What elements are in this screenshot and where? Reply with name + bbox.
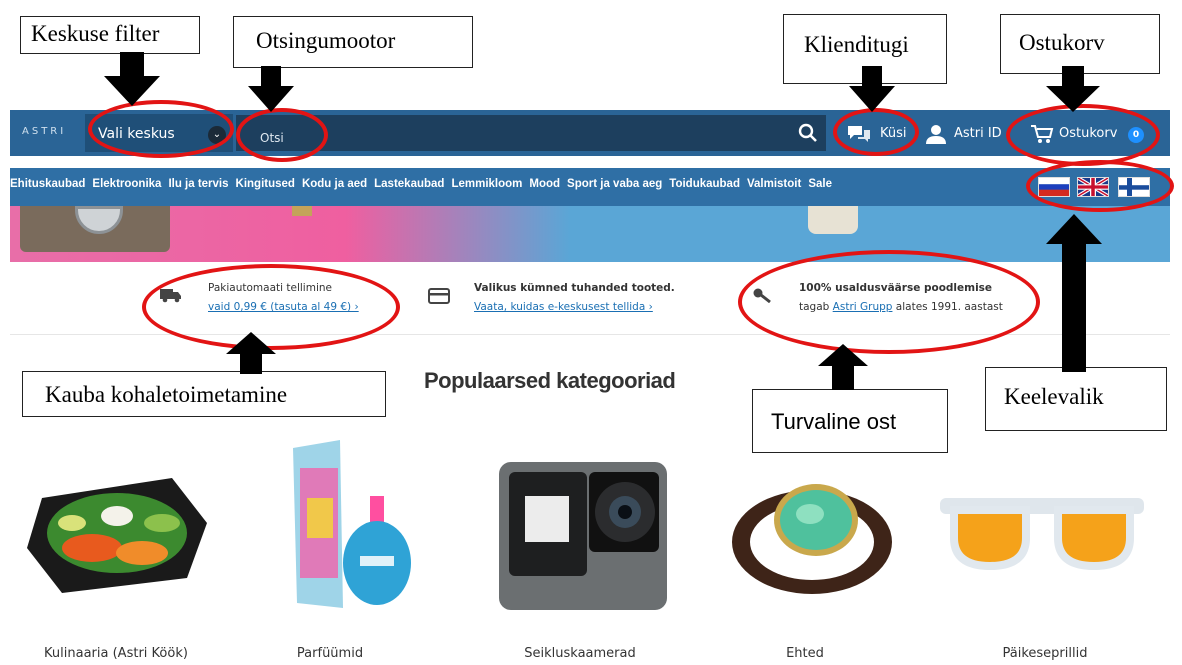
nav-item-ilu-ja-tervis[interactable]: Ilu ja tervis bbox=[168, 178, 228, 196]
nav-item-toidukaubad[interactable]: Toidukaubad bbox=[669, 178, 740, 196]
search-icon[interactable] bbox=[798, 123, 818, 143]
popular-categories-title: Populaarsed kategooriad bbox=[424, 368, 676, 393]
annotation-arrow-delivery bbox=[226, 332, 276, 374]
nav-item-lemmikloom[interactable]: Lemmikloom bbox=[451, 178, 522, 196]
annotation-arrow-filter bbox=[104, 52, 160, 106]
annotation-secure-label: Turvaline ost bbox=[752, 389, 948, 453]
annotation-ellipse-cart bbox=[1006, 104, 1160, 166]
annotation-ellipse-filter bbox=[88, 100, 234, 158]
site-logo[interactable]: ASTRI bbox=[22, 126, 66, 137]
annotation-arrow-secure bbox=[818, 344, 868, 390]
annotation-ellipse-secure bbox=[738, 250, 1040, 354]
category-name-seikluskaamerad[interactable]: Seikluskaamerad bbox=[490, 646, 670, 661]
nav-item-sale[interactable]: Sale bbox=[808, 178, 832, 196]
category-name-paikeseprillid[interactable]: Päikeseprillid bbox=[960, 646, 1130, 661]
annotation-arrow-support bbox=[849, 66, 895, 112]
nav-item-lastekaubad[interactable]: Lastekaubad bbox=[374, 178, 444, 196]
nav-item-mood[interactable]: Mood bbox=[529, 178, 560, 196]
nav-item-ehituskaubad[interactable]: Ehituskaubad bbox=[10, 178, 85, 196]
annotation-search-label: Otsingumootor bbox=[233, 16, 473, 68]
annotation-delivery-label: Kauba kohaletoimetamine bbox=[22, 371, 386, 417]
category-name-kulinaaria[interactable]: Kulinaaria (Astri Köök) bbox=[10, 646, 222, 661]
figurine-image bbox=[292, 206, 312, 216]
annotation-arrow-cart bbox=[1046, 66, 1100, 112]
category-nav: Ehituskaubad Elektroonika Ilu ja tervis … bbox=[10, 178, 1022, 196]
annotation-cart-label: Ostukorv bbox=[1000, 14, 1160, 74]
selection-text: Valikus kümned tuhanded tooted. bbox=[474, 282, 675, 294]
annotation-ellipse-support bbox=[833, 108, 919, 156]
nav-item-elektroonika[interactable]: Elektroonika bbox=[92, 178, 161, 196]
annotation-ellipse-language bbox=[1026, 160, 1174, 212]
account-button[interactable]: Astri ID bbox=[954, 126, 1002, 141]
catering-platter-image[interactable] bbox=[22, 468, 212, 598]
user-icon[interactable] bbox=[925, 123, 947, 145]
annotation-arrow-language bbox=[1046, 214, 1102, 372]
credit-card-icon bbox=[428, 288, 450, 304]
category-name-parfyymid[interactable]: Parfüümid bbox=[265, 646, 395, 661]
category-name-ehted[interactable]: Ehted bbox=[740, 646, 870, 661]
annotation-filter-label: Keskuse filter bbox=[20, 16, 200, 54]
bottle-image bbox=[808, 206, 858, 234]
nav-item-kingitused[interactable]: Kingitused bbox=[236, 178, 295, 196]
nav-item-valmistoit[interactable]: Valmistoit bbox=[747, 178, 801, 196]
nav-item-kodu-ja-aed[interactable]: Kodu ja aed bbox=[302, 178, 367, 196]
annotation-ellipse-search bbox=[236, 108, 328, 162]
perfume-image[interactable] bbox=[285, 438, 415, 613]
bracelet-image[interactable] bbox=[720, 470, 902, 605]
sunglasses-image[interactable] bbox=[940, 492, 1144, 577]
annotation-language-label: Keelevalik bbox=[985, 367, 1167, 431]
annotation-arrow-search bbox=[248, 66, 294, 112]
action-camera-image[interactable] bbox=[495, 462, 671, 612]
nav-item-sport-ja-vaba-aeg[interactable]: Sport ja vaba aeg bbox=[567, 178, 662, 196]
how-to-order-link[interactable]: Vaata, kuidas e-keskusest tellida › bbox=[474, 301, 653, 313]
